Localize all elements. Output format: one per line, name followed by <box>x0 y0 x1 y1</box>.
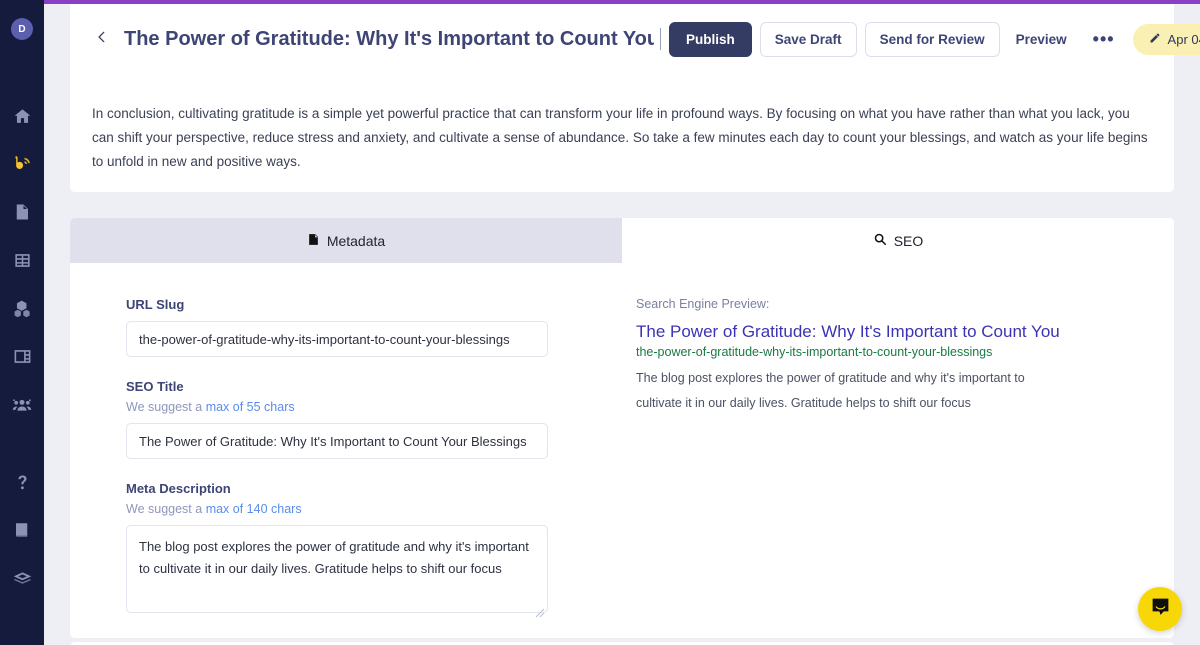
table-grid-icon <box>13 251 32 270</box>
help-question-icon <box>13 473 32 492</box>
document-page-icon <box>307 232 320 250</box>
sidebar-nav <box>0 92 44 602</box>
sidebar-item-pages[interactable] <box>0 188 44 236</box>
library-icon <box>12 568 33 589</box>
metadata-form: URL Slug SEO Title We suggest a max of 5… <box>70 263 630 638</box>
sidebar-item-team[interactable] <box>0 380 44 428</box>
meta-description-hint-prefix: We suggest a <box>126 502 206 516</box>
meta-description-wrapper <box>126 525 548 618</box>
chat-widget-button[interactable] <box>1138 587 1182 631</box>
meta-description-hint-emphasis: max of 140 chars <box>205 502 302 516</box>
meta-description-label: Meta Description <box>126 481 231 496</box>
tab-seo-label: SEO <box>893 232 924 249</box>
chevron-left-icon <box>95 30 109 49</box>
post-body-paragraph: In conclusion, cultivating gratitude is … <box>92 106 1148 170</box>
preview-button[interactable]: Preview <box>1008 23 1075 56</box>
seo-title-input[interactable] <box>126 423 548 459</box>
content-scroll-area[interactable]: how much you appreciate them. In conclus… <box>44 4 1200 645</box>
home-icon <box>13 107 32 126</box>
search-engine-preview: Search Engine Preview: The Power of Grat… <box>630 263 1174 638</box>
team-people-icon <box>12 394 32 414</box>
avatar[interactable]: D <box>11 18 33 40</box>
meta-description-hint: We suggest a max of 140 chars <box>126 502 630 516</box>
magnifier-icon <box>873 232 887 249</box>
publish-date-label: Apr 04, 2023 <box>1167 31 1200 47</box>
post-header: The Power of Gratitude: Why It's Importa… <box>70 4 1200 74</box>
url-slug-input[interactable] <box>126 321 548 357</box>
panel-columns: URL Slug SEO Title We suggest a max of 5… <box>70 263 1174 638</box>
field-seo-title: SEO Title We suggest a max of 55 chars <box>126 379 630 459</box>
app-root: D In conclusion, cultivating gratitude i… <box>0 0 1200 645</box>
header-actions: Publish Save Draft Send for Review Previ… <box>669 21 1200 57</box>
search-preview-title[interactable]: The Power of Gratitude: Why It's Importa… <box>636 321 1174 343</box>
sidebar-item-media[interactable] <box>0 332 44 380</box>
cubes-icon <box>13 299 32 318</box>
post-body-card: In conclusion, cultivating gratitude is … <box>70 74 1174 192</box>
tab-seo[interactable]: SEO <box>622 218 1174 263</box>
search-preview-url: the-power-of-gratitude-why-its-important… <box>636 345 993 360</box>
seo-title-hint: We suggest a max of 55 chars <box>126 400 630 414</box>
sidebar-item-blog[interactable] <box>0 140 44 188</box>
publish-button[interactable]: Publish <box>669 21 752 57</box>
panel-tabs: Metadata SEO <box>70 218 1174 263</box>
document-icon <box>13 203 31 221</box>
tab-metadata-label: Metadata <box>326 232 386 249</box>
field-url-slug: URL Slug <box>126 297 630 357</box>
url-slug-label: URL Slug <box>126 297 185 312</box>
sidebar-item-components[interactable] <box>0 284 44 332</box>
save-draft-button[interactable]: Save Draft <box>759 21 857 57</box>
seo-title-hint-emphasis: max of 55 chars <box>205 400 295 414</box>
chat-bubble-icon <box>1150 596 1171 622</box>
publish-date-button[interactable]: Apr 04, 2023 <box>1132 23 1200 55</box>
tab-metadata[interactable]: Metadata <box>70 218 622 263</box>
back-button[interactable] <box>90 27 114 51</box>
title-text-cursor <box>660 28 661 50</box>
seo-title-hint-prefix: We suggest a <box>126 400 206 414</box>
pencil-icon <box>1149 32 1161 47</box>
search-preview-label: Search Engine Preview: <box>636 297 770 311</box>
blog-rss-icon <box>12 154 32 174</box>
sidebar-item-docs[interactable] <box>0 506 44 554</box>
book-icon <box>13 521 31 539</box>
meta-description-textarea[interactable] <box>126 525 548 613</box>
left-sidebar: D <box>0 0 44 645</box>
sidebar-item-help[interactable] <box>0 458 44 506</box>
metadata-seo-panel: Metadata SEO URL Slug the-power-of-grati… <box>70 218 1174 638</box>
field-meta-description: Meta Description We suggest a max of 140… <box>126 481 630 618</box>
send-for-review-button[interactable]: Send for Review <box>864 21 1000 57</box>
seo-title-label: SEO Title <box>126 379 184 394</box>
sidebar-item-home[interactable] <box>0 92 44 140</box>
sidebar-item-tables[interactable] <box>0 236 44 284</box>
media-image-icon <box>13 347 32 366</box>
page-title[interactable]: The Power of Gratitude: Why It's Importa… <box>124 28 654 51</box>
sidebar-item-library[interactable] <box>0 554 44 602</box>
search-preview-description: The blog post explores the power of grat… <box>636 371 1025 411</box>
more-options-button[interactable]: ••• <box>1083 30 1125 48</box>
